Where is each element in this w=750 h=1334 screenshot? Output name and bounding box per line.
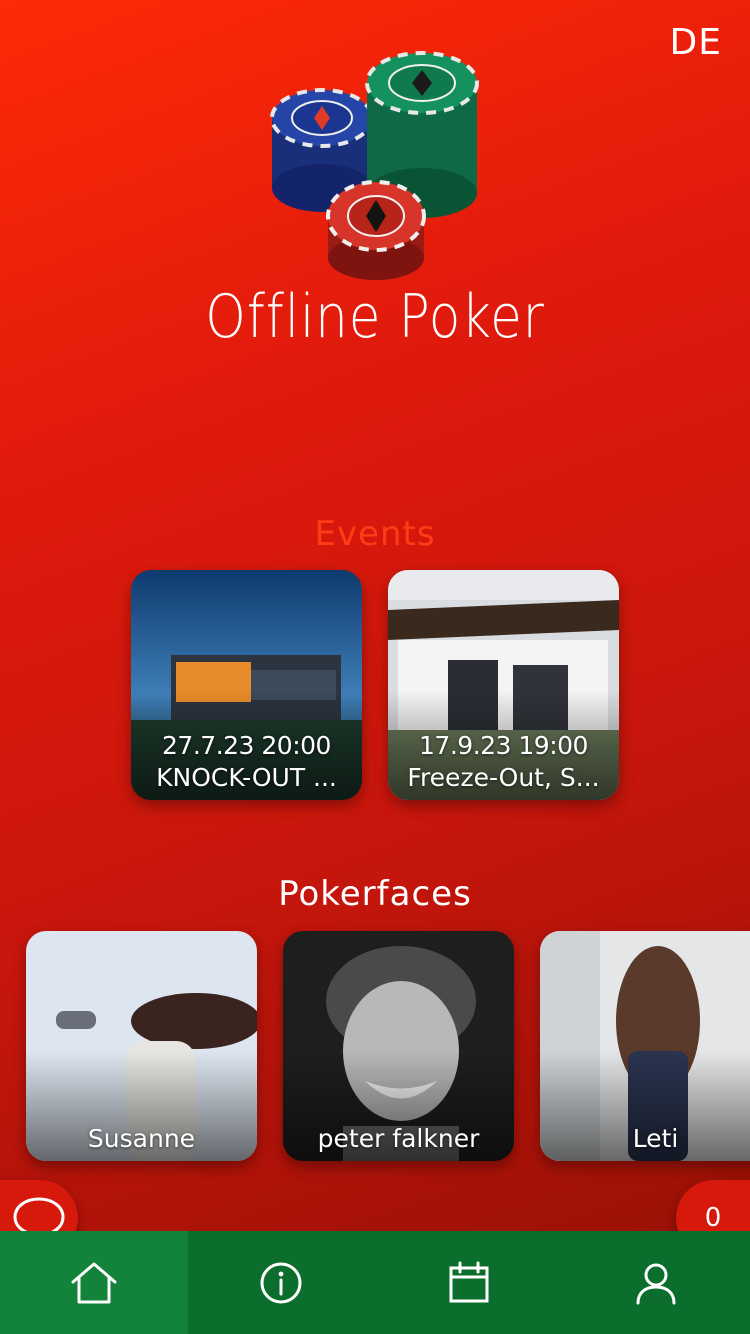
event-card[interactable]: 17.9.23 19:00 Freeze-Out, S... <box>388 570 619 800</box>
event-date: 17.9.23 19:00 <box>419 731 588 760</box>
pokerface-card[interactable]: Susanne <box>26 931 257 1161</box>
event-card[interactable]: 27.7.23 20:00 KNOCK-OUT ... <box>131 570 362 800</box>
tab-profile[interactable] <box>563 1231 750 1334</box>
event-name: Freeze-Out, S... <box>407 763 600 792</box>
pokerface-name: Susanne <box>87 1124 196 1153</box>
event-date: 27.7.23 20:00 <box>162 731 331 760</box>
event-name: KNOCK-OUT ... <box>156 763 337 792</box>
tab-home[interactable] <box>0 1231 188 1334</box>
pokerfaces-section-title: Pokerfaces <box>278 874 472 914</box>
pokerface-name: peter falkner <box>317 1124 480 1153</box>
tab-calendar[interactable] <box>375 1231 563 1334</box>
red-chip-stack <box>326 180 426 280</box>
pokerface-card[interactable]: Leti <box>540 931 750 1161</box>
user-icon <box>636 1263 676 1304</box>
tab-info[interactable] <box>188 1231 376 1334</box>
events-section-title: Events <box>314 514 436 554</box>
language-switch[interactable]: DE <box>670 22 722 63</box>
calendar-icon <box>449 1261 489 1302</box>
pokerface-card[interactable]: peter falkner <box>283 931 514 1161</box>
poker-chips-logo <box>270 51 479 280</box>
home-icon <box>71 1262 117 1303</box>
info-icon <box>260 1262 302 1303</box>
app-title: Offline Poker <box>205 282 545 352</box>
notification-count: 0 <box>704 1203 722 1233</box>
pokerface-name: Leti <box>632 1124 679 1153</box>
bottom-tab-bar <box>0 1231 750 1334</box>
